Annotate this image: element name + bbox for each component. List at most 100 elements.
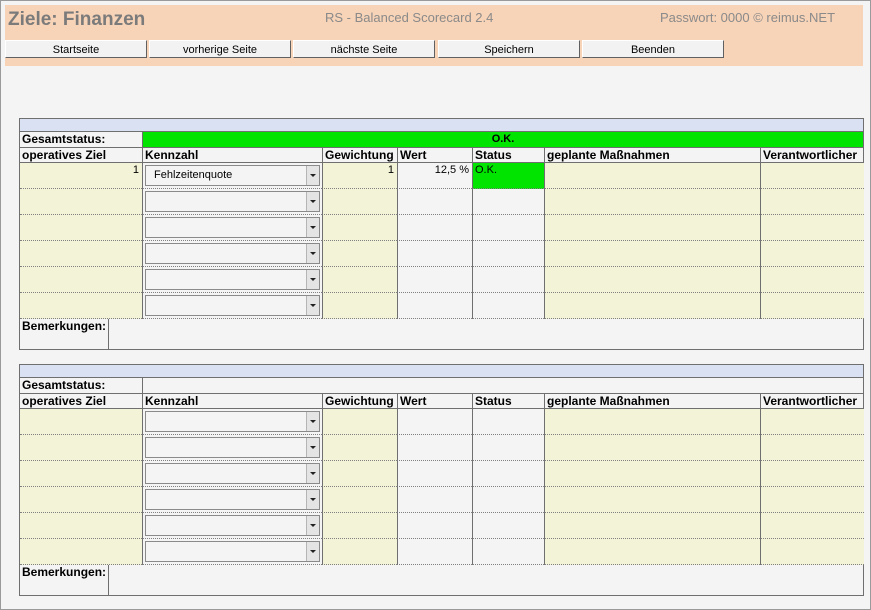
value-cell[interactable] [397, 409, 472, 435]
measures-cell[interactable] [544, 461, 760, 487]
weight-cell[interactable] [322, 215, 397, 241]
metric-dropdown[interactable] [145, 217, 320, 238]
owner-cell[interactable] [760, 461, 864, 487]
metric-cell[interactable]: Fehlzeitenquote [142, 163, 322, 189]
goal-cell[interactable] [20, 539, 142, 565]
weight-cell[interactable] [322, 409, 397, 435]
metric-dropdown[interactable] [145, 541, 320, 562]
metric-dropdown[interactable] [145, 243, 320, 264]
weight-cell[interactable] [322, 539, 397, 565]
remarks-field[interactable] [108, 319, 863, 350]
metric-dropdown[interactable] [145, 437, 320, 458]
weight-cell[interactable]: 1 [322, 163, 397, 189]
goal-cell[interactable] [20, 293, 142, 319]
goal-cell[interactable] [20, 487, 142, 513]
metric-dropdown[interactable] [145, 489, 320, 510]
owner-cell[interactable] [760, 241, 864, 267]
goal-cell[interactable] [20, 215, 142, 241]
next-page-button[interactable]: nächste Seite [293, 40, 435, 58]
goal-cell[interactable] [20, 513, 142, 539]
measures-cell[interactable] [544, 409, 760, 435]
chevron-down-icon[interactable] [306, 218, 319, 237]
metric-cell[interactable] [142, 461, 322, 487]
weight-cell[interactable] [322, 513, 397, 539]
metric-cell[interactable] [142, 487, 322, 513]
goal-cell[interactable] [20, 241, 142, 267]
weight-cell[interactable] [322, 293, 397, 319]
value-cell[interactable] [397, 189, 472, 215]
startseite-button[interactable]: Startseite [5, 40, 147, 58]
owner-cell[interactable] [760, 163, 864, 189]
measures-cell[interactable] [544, 215, 760, 241]
metric-dropdown[interactable] [145, 463, 320, 484]
measures-cell[interactable] [544, 189, 760, 215]
remarks-field[interactable] [108, 565, 863, 596]
owner-cell[interactable] [760, 267, 864, 293]
goal-cell[interactable] [20, 461, 142, 487]
save-button[interactable]: Speichern [438, 40, 580, 58]
metric-cell[interactable] [142, 293, 322, 319]
owner-cell[interactable] [760, 189, 864, 215]
owner-cell[interactable] [760, 435, 864, 461]
measures-cell[interactable] [544, 241, 760, 267]
goal-cell[interactable] [20, 409, 142, 435]
measures-cell[interactable] [544, 267, 760, 293]
chevron-down-icon[interactable] [306, 192, 319, 211]
goal-cell[interactable]: 1 [20, 163, 142, 189]
value-cell[interactable] [397, 293, 472, 319]
metric-cell[interactable] [142, 267, 322, 293]
metric-cell[interactable] [142, 539, 322, 565]
goal-cell[interactable] [20, 267, 142, 293]
metric-cell[interactable] [142, 435, 322, 461]
measures-cell[interactable] [544, 539, 760, 565]
owner-cell[interactable] [760, 293, 864, 319]
metric-dropdown[interactable] [145, 295, 320, 316]
chevron-down-icon[interactable] [306, 166, 319, 185]
owner-cell[interactable] [760, 539, 864, 565]
chevron-down-icon[interactable] [306, 516, 319, 535]
measures-cell[interactable] [544, 513, 760, 539]
goal-cell[interactable] [20, 435, 142, 461]
measures-cell[interactable] [544, 293, 760, 319]
value-cell[interactable] [397, 461, 472, 487]
value-cell[interactable] [397, 215, 472, 241]
chevron-down-icon[interactable] [306, 464, 319, 483]
value-cell[interactable] [397, 435, 472, 461]
exit-button[interactable]: Beenden [582, 40, 724, 58]
metric-cell[interactable] [142, 241, 322, 267]
chevron-down-icon[interactable] [306, 412, 319, 431]
metric-dropdown[interactable] [145, 515, 320, 536]
metric-cell[interactable] [142, 513, 322, 539]
goal-cell[interactable] [20, 189, 142, 215]
metric-cell[interactable] [142, 409, 322, 435]
value-cell[interactable] [397, 513, 472, 539]
metric-dropdown[interactable] [145, 191, 320, 212]
weight-cell[interactable] [322, 189, 397, 215]
owner-cell[interactable] [760, 487, 864, 513]
chevron-down-icon[interactable] [306, 490, 319, 509]
measures-cell[interactable] [544, 487, 760, 513]
weight-cell[interactable] [322, 487, 397, 513]
chevron-down-icon[interactable] [306, 270, 319, 289]
previous-page-button[interactable]: vorherige Seite [149, 40, 291, 58]
value-cell[interactable] [397, 267, 472, 293]
weight-cell[interactable] [322, 435, 397, 461]
measures-cell[interactable] [544, 435, 760, 461]
value-cell[interactable] [397, 241, 472, 267]
metric-dropdown[interactable] [145, 269, 320, 290]
metric-cell[interactable] [142, 215, 322, 241]
owner-cell[interactable] [760, 215, 864, 241]
weight-cell[interactable] [322, 267, 397, 293]
chevron-down-icon[interactable] [306, 296, 319, 315]
chevron-down-icon[interactable] [306, 542, 319, 561]
value-cell[interactable] [397, 539, 472, 565]
owner-cell[interactable] [760, 409, 864, 435]
chevron-down-icon[interactable] [306, 244, 319, 263]
metric-cell[interactable] [142, 189, 322, 215]
weight-cell[interactable] [322, 461, 397, 487]
measures-cell[interactable] [544, 163, 760, 189]
owner-cell[interactable] [760, 513, 864, 539]
metric-dropdown[interactable] [145, 411, 320, 432]
weight-cell[interactable] [322, 241, 397, 267]
metric-dropdown[interactable]: Fehlzeitenquote [145, 165, 320, 186]
